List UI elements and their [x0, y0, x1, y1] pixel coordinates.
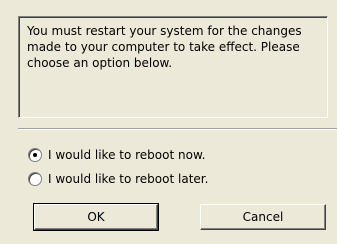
reboot-later-option[interactable]: I would like to reboot later. [28, 170, 208, 188]
radio-button-selected[interactable] [28, 148, 42, 162]
reboot-now-label: I would like to reboot now. [48, 148, 206, 162]
reboot-later-label: I would like to reboot later. [48, 172, 209, 186]
divider [18, 128, 337, 130]
reboot-now-option[interactable]: I would like to reboot now. [28, 146, 205, 164]
radio-button-unselected[interactable] [28, 172, 42, 186]
message-text: You must restart your system for the cha… [27, 24, 302, 70]
message-panel: You must restart your system for the cha… [18, 16, 328, 118]
cancel-button[interactable]: Cancel [200, 204, 326, 230]
restart-dialog: You must restart your system for the cha… [0, 0, 337, 244]
ok-button[interactable]: OK [33, 203, 159, 231]
